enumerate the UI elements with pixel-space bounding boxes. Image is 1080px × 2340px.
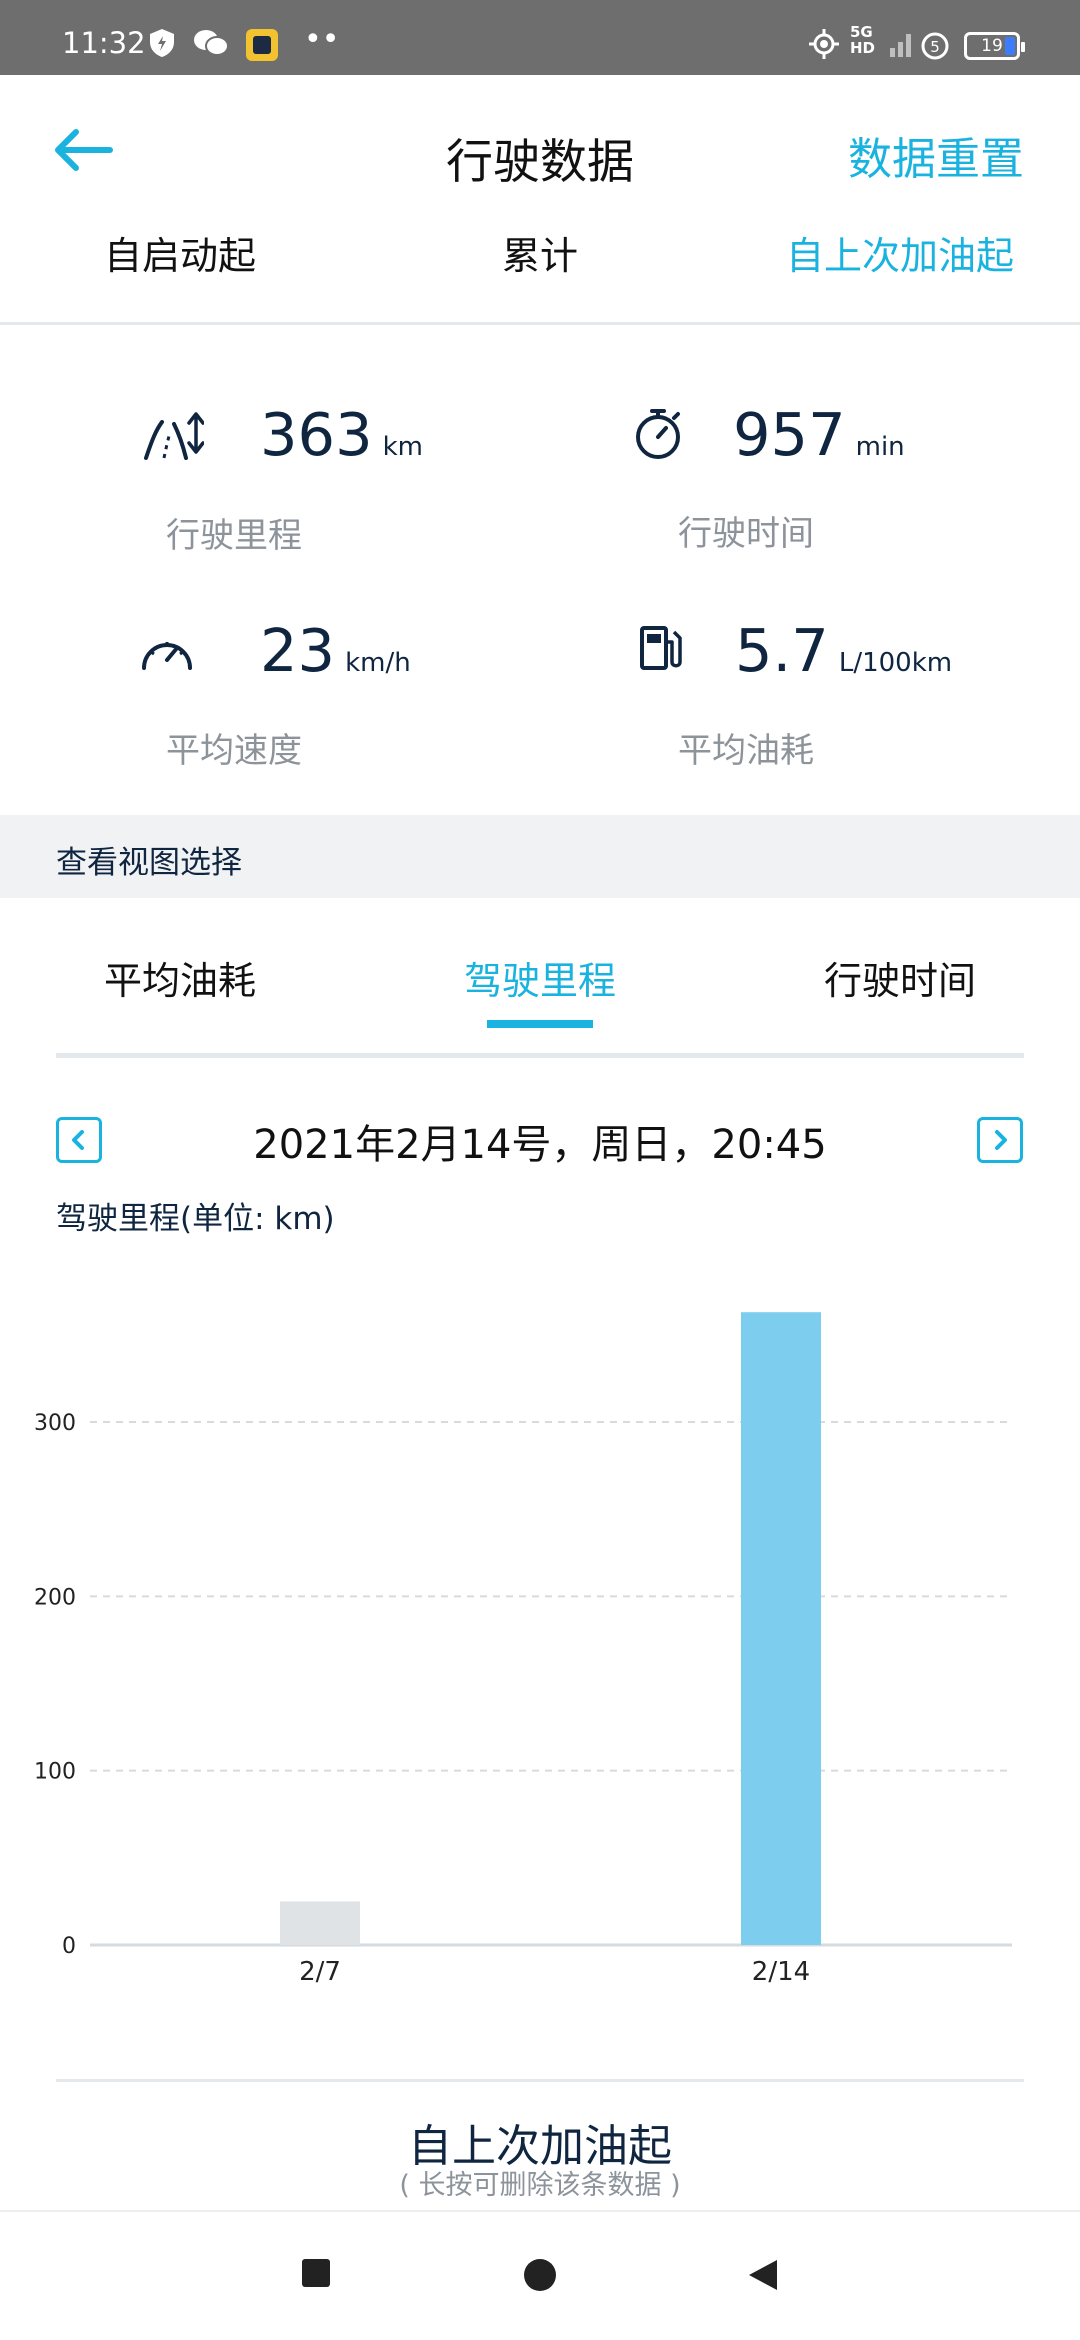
period-tabs: 自启动起 累计 自上次加油起 bbox=[0, 225, 1080, 380]
view-select-title: 查看视图选择 bbox=[56, 845, 242, 881]
location-icon bbox=[809, 29, 839, 59]
stat-distance-value: 363 km bbox=[260, 400, 423, 469]
status-time: 11:32 bbox=[62, 26, 146, 60]
divider bbox=[56, 2079, 1024, 2082]
next-date-button[interactable] bbox=[977, 1117, 1023, 1163]
network-type: 5G HD bbox=[850, 23, 876, 57]
time-unit: min bbox=[855, 432, 905, 462]
x-tick-label: 2/14 bbox=[752, 1957, 810, 1987]
fuel-pump-icon bbox=[640, 626, 682, 670]
active-view-indicator bbox=[487, 1020, 593, 1028]
battery-icon: 19 bbox=[964, 32, 1025, 60]
bar bbox=[280, 1901, 360, 1945]
tab-since-start[interactable]: 自启动起 bbox=[30, 225, 330, 280]
record-hint: ( 长按可删除该条数据 ) bbox=[399, 2170, 681, 2201]
stat-distance-label: 行驶里程 bbox=[166, 516, 302, 556]
battery-level: 19 bbox=[981, 36, 1003, 56]
distance-bar-chart: 0 100 200 300 2/7 2/14 bbox=[34, 1312, 1012, 1987]
status-bar: 11:32 •• 5G HD 5 19 bbox=[0, 0, 1080, 75]
more-notifications-icon: •• bbox=[304, 22, 340, 57]
speed-number: 23 bbox=[260, 616, 336, 685]
speed-unit: km/h bbox=[345, 648, 411, 678]
home-icon[interactable] bbox=[523, 2258, 557, 2292]
distance-number: 363 bbox=[260, 400, 373, 469]
stat-time-label: 行驶时间 bbox=[678, 514, 814, 554]
distance-unit: km bbox=[382, 432, 424, 462]
y-tick-label: 300 bbox=[34, 1411, 76, 1436]
view-tabs: 平均油耗 驾驶里程 行驶时间 bbox=[0, 898, 1080, 1058]
fuel-number: 5.7 bbox=[735, 616, 829, 685]
chart-caption: 驾驶里程(单位: km) bbox=[56, 1201, 335, 1237]
y-tick-label: 100 bbox=[34, 1760, 76, 1785]
stopwatch-icon bbox=[636, 409, 680, 459]
stat-fuel-label: 平均油耗 bbox=[678, 731, 814, 771]
shield-icon bbox=[150, 29, 174, 57]
divider bbox=[56, 1053, 1024, 1058]
system-nav-bar bbox=[0, 2210, 1080, 2340]
alarm-icon: 5 bbox=[921, 32, 949, 60]
tab-since-refuel[interactable]: 自上次加油起 bbox=[750, 225, 1050, 280]
speedometer-icon bbox=[142, 642, 192, 670]
recent-apps-icon[interactable] bbox=[301, 2258, 331, 2288]
tab-cumulative[interactable]: 累计 bbox=[390, 225, 690, 280]
stat-time-value: 957 min bbox=[733, 400, 905, 469]
svg-text:5: 5 bbox=[930, 38, 940, 56]
stat-speed-value: 23 km/h bbox=[260, 616, 411, 685]
chevron-right-icon bbox=[995, 1130, 1007, 1150]
stats-panel: 363 km 行驶里程 957 min 行驶时间 23 km/h 平均速度 5.7 L/… bbox=[0, 328, 1080, 815]
stat-speed-label: 平均速度 bbox=[166, 731, 302, 771]
app-notification-icon bbox=[246, 29, 278, 61]
fuel-unit: L/100km bbox=[838, 648, 953, 678]
tab-driving-distance[interactable]: 驾驶里程 bbox=[390, 950, 690, 1005]
time-number: 957 bbox=[733, 400, 846, 469]
x-tick-label: 2/7 bbox=[299, 1957, 341, 1987]
date-label: 2021年2月14号，周日，20:45 bbox=[253, 1122, 827, 1168]
data-reset-button[interactable]: 数据重置 bbox=[848, 123, 1024, 187]
y-tick-label: 200 bbox=[34, 1585, 76, 1610]
signal-icon bbox=[890, 34, 911, 57]
bar bbox=[741, 1312, 821, 1945]
tab-driving-time[interactable]: 行驶时间 bbox=[750, 950, 1050, 1005]
view-select-section: 查看视图选择 bbox=[0, 815, 1080, 898]
y-tick-label: 0 bbox=[62, 1934, 76, 1959]
route-icon bbox=[144, 412, 204, 460]
stat-fuel-value: 5.7 L/100km bbox=[735, 616, 952, 685]
wechat-icon bbox=[194, 30, 229, 56]
header: 行驶数据 数据重置 自启动起 累计 自上次加油起 bbox=[0, 75, 1080, 380]
tab-avg-fuel[interactable]: 平均油耗 bbox=[30, 950, 330, 1005]
back-nav-icon[interactable] bbox=[747, 2258, 779, 2292]
